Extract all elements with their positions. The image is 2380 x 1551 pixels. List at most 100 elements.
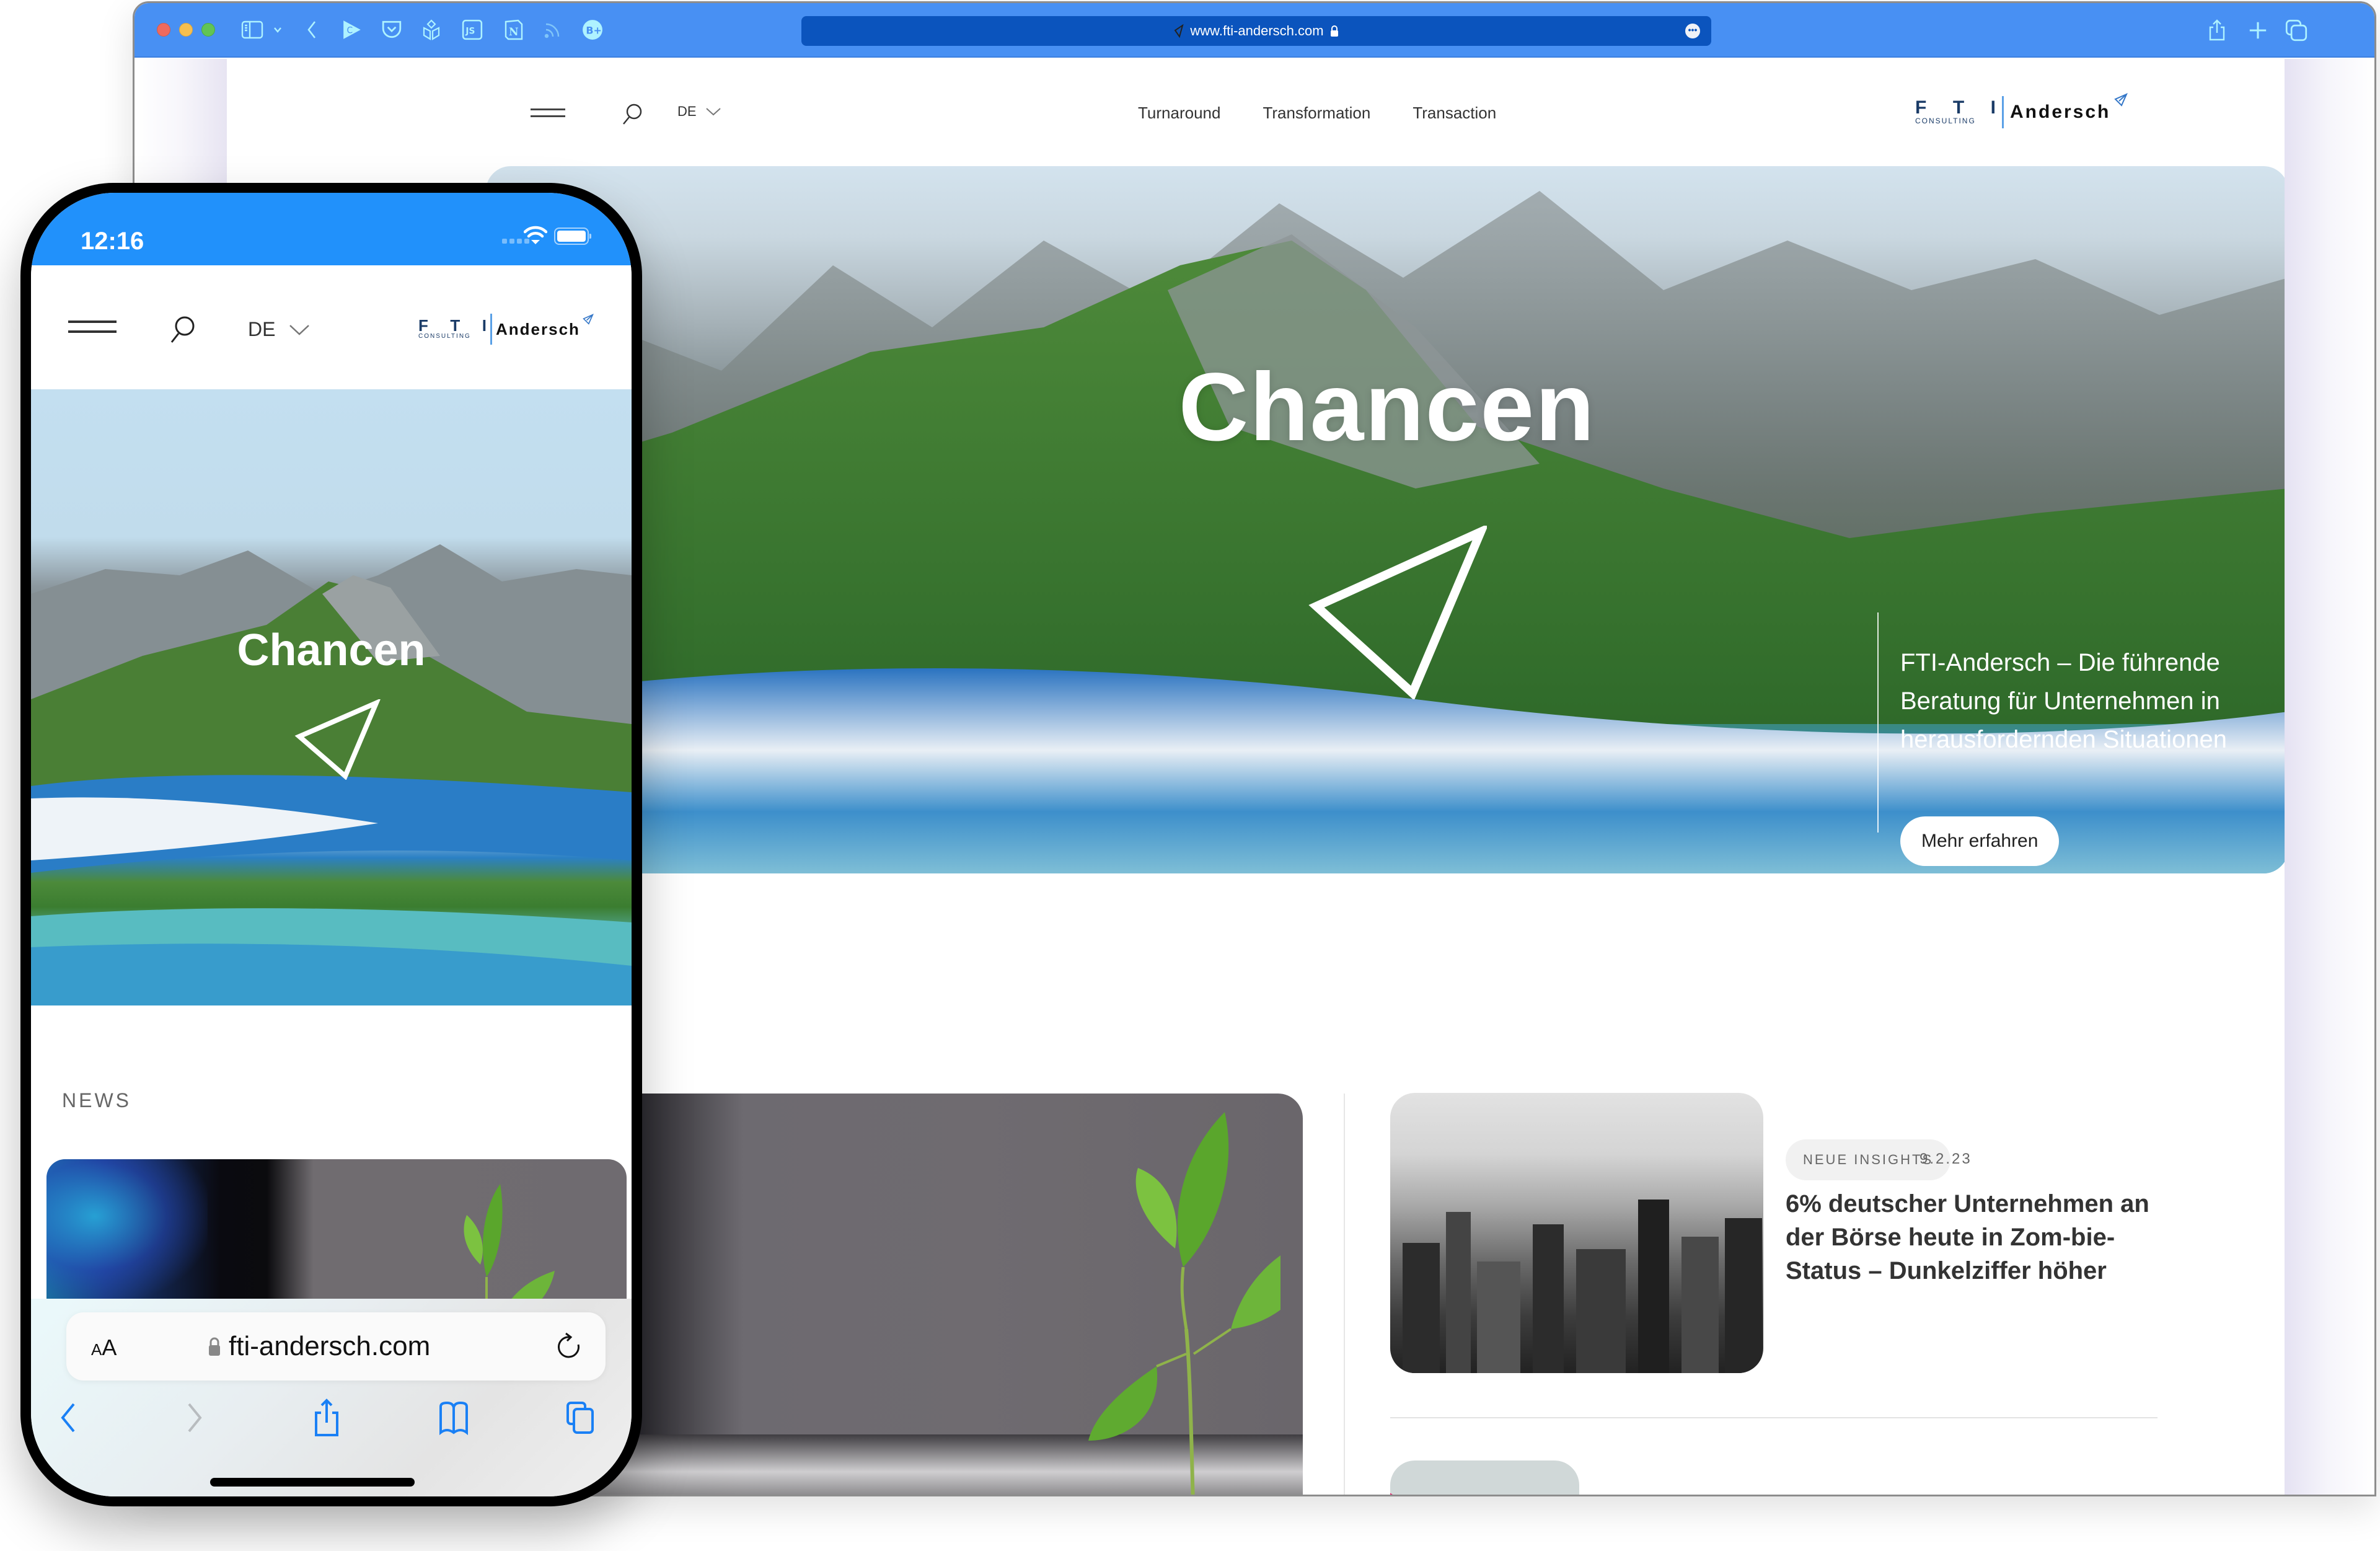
safari-bottom-bar: AA fti-andersch.com [31, 1299, 632, 1496]
play-c-extension-icon[interactable]: C [342, 19, 363, 40]
news-item-separator [1390, 1417, 2157, 1418]
building [1576, 1249, 1626, 1373]
notion-icon[interactable]: N [503, 19, 524, 40]
paper-plane-triangle-icon [294, 699, 381, 780]
menu-hamburger-icon[interactable] [68, 320, 117, 333]
mobile-url-text: fti-andersch.com [229, 1331, 431, 1361]
logo-letter: T [1952, 97, 1965, 118]
tabs-overview-icon[interactable] [2285, 19, 2307, 42]
safari-toolbar [31, 1398, 632, 1447]
pocket-icon[interactable] [381, 19, 402, 40]
address-bar-url: www.fti-andersch.com [1190, 23, 1324, 38]
logo-letter: F [1915, 97, 1927, 118]
logo-divider [490, 314, 492, 345]
site-logo[interactable]: F T I CONSULTING Andersch [1915, 93, 2128, 128]
svg-text:JS: JS [465, 26, 475, 36]
back-icon[interactable] [307, 19, 317, 40]
logo-letter: I [482, 316, 487, 335]
ios-status-bar: 12:16 [31, 193, 632, 265]
bookmarks-icon[interactable] [437, 1398, 470, 1438]
logo-letter: T [450, 316, 461, 335]
plant-seedling-image [464, 1184, 555, 1302]
logo-brand: Andersch [496, 319, 580, 338]
chevron-down-icon[interactable] [273, 19, 282, 40]
paper-plane-triangle-icon [1308, 526, 1487, 699]
news-column-divider [1344, 1094, 1345, 1495]
menu-hamburger-icon[interactable] [531, 108, 565, 117]
building [1477, 1262, 1520, 1373]
share-icon[interactable] [2206, 19, 2228, 42]
mountain-landscape-image [486, 191, 2285, 873]
andersch-wordmark: Andersch [496, 313, 594, 339]
logo-divider [2002, 96, 2004, 128]
language-selector[interactable]: DE [677, 104, 721, 120]
bplus-extension-icon[interactable]: B+ [582, 19, 603, 40]
js-extension-icon[interactable]: JS [462, 19, 483, 40]
building [1533, 1224, 1564, 1373]
nav-link-turnaround[interactable]: Turnaround [1138, 104, 1220, 123]
new-tab-icon[interactable] [2247, 19, 2269, 42]
language-selector[interactable]: DE [248, 318, 310, 341]
sidebar-icon[interactable] [241, 19, 263, 40]
hero-banner: Chancen FTI-Andersch – Die führende Bera… [486, 166, 2285, 873]
news-item-image-2[interactable] [1390, 1460, 1579, 1495]
cube-extension-icon[interactable] [421, 19, 442, 40]
building [1638, 1200, 1669, 1373]
address-bar[interactable]: www.fti-andersch.com ••• [801, 16, 1711, 46]
building [1446, 1212, 1471, 1373]
phone-screen: 12:16 DE F T I CONSULTING Andersch Chanc… [31, 193, 632, 1496]
share-icon[interactable] [310, 1398, 343, 1438]
nav-link-transformation[interactable]: Transformation [1263, 104, 1370, 123]
site-header: DE Turnaround Transformation Transaction… [227, 59, 2285, 164]
home-indicator[interactable] [210, 1478, 415, 1487]
language-label: DE [248, 318, 276, 340]
image-glow [46, 1159, 208, 1302]
language-label: DE [677, 104, 697, 119]
wifi-icon [524, 226, 547, 244]
mobile-phone-mockup: 12:16 DE F T I CONSULTING Andersch Chanc… [20, 183, 642, 1506]
search-icon[interactable] [621, 102, 643, 126]
paper-plane-logo-icon [2114, 93, 2128, 107]
site-logo[interactable]: F T I CONSULTING Andersch [418, 313, 594, 345]
learn-more-button[interactable]: Mehr erfahren [1900, 816, 2060, 866]
svg-text:B+: B+ [586, 24, 601, 36]
reload-icon[interactable] [557, 1332, 582, 1362]
paper-plane-logo-icon [583, 313, 594, 325]
mobile-url: fti-andersch.com [208, 1331, 430, 1362]
building [1725, 1218, 1762, 1373]
zoom-window-button[interactable] [201, 23, 215, 37]
hero-title: Chancen [237, 625, 426, 675]
building [1403, 1243, 1440, 1373]
news-title-link[interactable]: 6% deutscher Unternehmen an der Börse he… [1786, 1187, 2170, 1288]
plant-seedling-image [1088, 1112, 1280, 1495]
chevron-down-icon [289, 324, 310, 335]
nav-link-transaction[interactable]: Transaction [1413, 104, 1496, 123]
forward-icon[interactable] [177, 1398, 210, 1438]
text-size-button[interactable]: AA [91, 1335, 117, 1361]
fti-consulting-logo: F T I CONSULTING [418, 316, 487, 340]
mobile-address-bar[interactable]: AA fti-andersch.com [66, 1312, 606, 1381]
close-window-button[interactable] [157, 23, 170, 37]
search-icon[interactable] [169, 315, 196, 343]
minimize-window-button[interactable] [179, 23, 193, 37]
hero-tagline: FTI-Andersch – Die führende Beratung für… [1900, 649, 2228, 753]
mobile-hero-banner: Chancen [31, 389, 632, 1005]
lock-icon [1330, 25, 1338, 37]
logo-letter: I [1990, 97, 1996, 118]
news-item-image-city[interactable] [1390, 1093, 1763, 1373]
news-date: 9.2.23 [1919, 1151, 1972, 1167]
back-icon[interactable] [53, 1398, 86, 1438]
site-favicon-icon [1175, 24, 1184, 38]
tabs-icon[interactable] [564, 1398, 597, 1438]
image-stripe [1390, 1485, 1462, 1495]
page-menu-button[interactable]: ••• [1685, 24, 1700, 38]
lock-icon [209, 1337, 220, 1356]
battery-icon [554, 228, 591, 245]
svg-text:N: N [509, 26, 519, 38]
news-featured-image[interactable] [46, 1159, 627, 1302]
page-backdrop-right [2283, 59, 2374, 1495]
logo-subtitle: CONSULTING [1915, 117, 1976, 125]
rss-icon[interactable] [544, 19, 562, 40]
fti-consulting-logo: F T I CONSULTING [1915, 97, 1996, 126]
logo-brand: Andersch [2010, 102, 2111, 122]
